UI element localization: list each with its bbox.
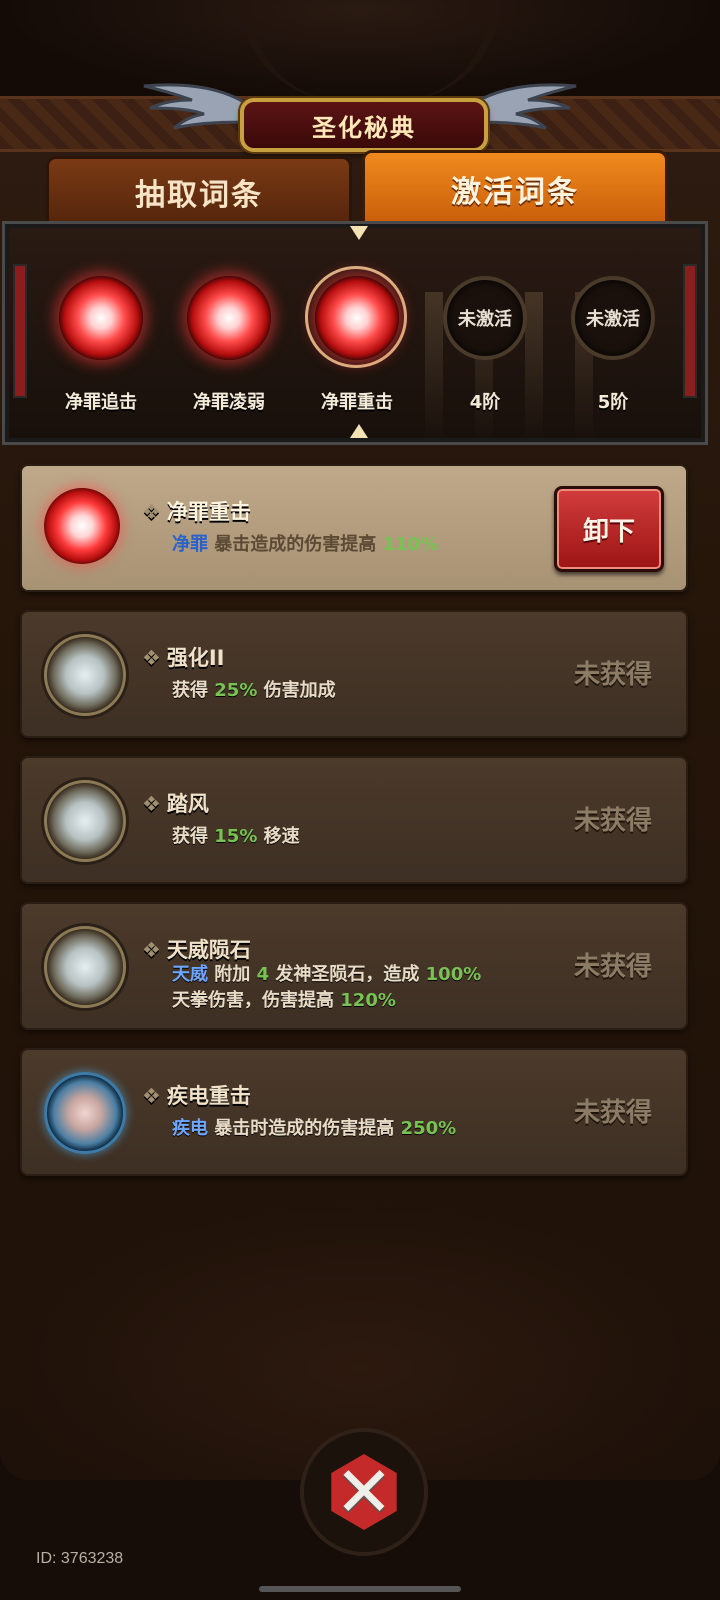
entry-description: 获得 15% 移速 — [172, 826, 300, 847]
selection-arrow-up-icon — [350, 424, 368, 438]
slot-4[interactable]: 未激活 4阶 — [435, 276, 535, 416]
red-orb-icon — [315, 276, 399, 360]
locked-slot-orb: 未激活 — [443, 276, 527, 360]
page-title: 圣化秘典 — [240, 98, 488, 152]
entry-tag: 天威 — [172, 964, 208, 985]
slot-3-selected[interactable]: 净罪重击 — [305, 266, 407, 416]
entry-card[interactable]: ❖ 强化II 获得 25% 伤害加成 未获得 — [20, 610, 688, 738]
diamond-bullet-icon: ❖ — [142, 646, 161, 670]
slot-label: 净罪追击 — [65, 392, 137, 413]
entry-value: 25% — [214, 680, 258, 701]
entry-name: ❖ 天威陨石 — [142, 938, 251, 962]
right-frame-rail — [683, 264, 697, 398]
slot-label: 净罪重击 — [321, 392, 393, 413]
slot-5[interactable]: 未激活 5阶 — [563, 276, 663, 416]
locked-slot-orb: 未激活 — [571, 276, 655, 360]
blue-orb-icon — [44, 1072, 126, 1154]
status-not-obtained: 未获得 — [573, 806, 652, 836]
tab-activate-entries[interactable]: 激活词条 — [362, 150, 668, 228]
entry-value: 15% — [214, 826, 258, 847]
diamond-bullet-icon: ❖ — [142, 792, 161, 816]
entry-description: 净罪 暴击造成的伤害提高 110% — [172, 534, 439, 555]
silver-orb-icon — [44, 926, 126, 1008]
entry-description: 疾电 暴击时造成的伤害提高 250% — [172, 1118, 457, 1139]
slot-label: 5阶 — [597, 392, 629, 413]
diamond-bullet-icon: ❖ — [142, 500, 161, 524]
red-orb-icon — [59, 276, 143, 360]
entry-name: ❖ 强化II — [142, 646, 225, 670]
slot-1[interactable]: 净罪追击 — [51, 276, 151, 416]
player-id: ID: 3763238 — [36, 1550, 124, 1567]
selection-arrow-down-icon — [350, 226, 368, 240]
entry-card[interactable]: ❖ 天威陨石 天威 附加 4 发神圣陨石，造成 100% 天拳伤害，伤害提高 12… — [20, 902, 688, 1030]
close-hex-badge: ✕ — [331, 1451, 397, 1533]
silver-orb-icon — [44, 634, 126, 716]
red-orb-icon — [187, 276, 271, 360]
entry-tag: 疾电 — [172, 1118, 208, 1139]
status-not-obtained: 未获得 — [573, 660, 652, 690]
entry-description: 天威 附加 4 发神圣陨石，造成 100% 天拳伤害，伤害提高 120% — [172, 964, 482, 1011]
unequip-button[interactable]: 卸下 — [554, 486, 664, 572]
entry-card-active[interactable]: ❖ 净罪重击 净罪 暴击造成的伤害提高 110% 卸下 — [20, 464, 688, 592]
close-button[interactable]: ✕ — [300, 1428, 428, 1556]
home-indicator[interactable] — [259, 1586, 461, 1592]
entry-value: 120% — [340, 990, 396, 1011]
status-not-obtained: 未获得 — [573, 952, 652, 982]
slot-label: 净罪凌弱 — [193, 392, 265, 413]
entry-count: 4 — [256, 964, 270, 985]
status-not-obtained: 未获得 — [573, 1098, 652, 1128]
tab-draw-entries[interactable]: 抽取词条 — [46, 156, 352, 228]
left-frame-rail — [13, 264, 27, 398]
title-banner: 圣化秘典 — [140, 70, 580, 160]
entry-value: 250% — [400, 1118, 457, 1139]
entry-tag: 净罪 — [172, 534, 208, 555]
entry-name: ❖ 疾电重击 — [142, 1084, 251, 1108]
entry-card[interactable]: ❖ 踏风 获得 15% 移速 未获得 — [20, 756, 688, 884]
close-icon: ✕ — [334, 1451, 394, 1533]
silver-orb-icon — [44, 780, 126, 862]
diamond-bullet-icon: ❖ — [142, 1084, 161, 1108]
red-orb-icon — [44, 488, 120, 564]
entry-description: 获得 25% 伤害加成 — [172, 680, 336, 701]
entry-name: ❖ 净罪重击 — [142, 500, 251, 524]
entry-name: ❖ 踏风 — [142, 792, 209, 816]
slot-label: 4阶 — [469, 392, 501, 413]
diamond-bullet-icon: ❖ — [142, 938, 161, 962]
entry-value: 110% — [382, 534, 439, 555]
activation-slot-bar: 净罪追击 净罪凌弱 净罪重击 未激活 4阶 未激活 5阶 — [2, 221, 708, 445]
entry-card[interactable]: ❖ 疾电重击 疾电 暴击时造成的伤害提高 250% 未获得 — [20, 1048, 688, 1176]
entry-value: 100% — [425, 964, 482, 985]
slot-2[interactable]: 净罪凌弱 — [179, 276, 279, 416]
